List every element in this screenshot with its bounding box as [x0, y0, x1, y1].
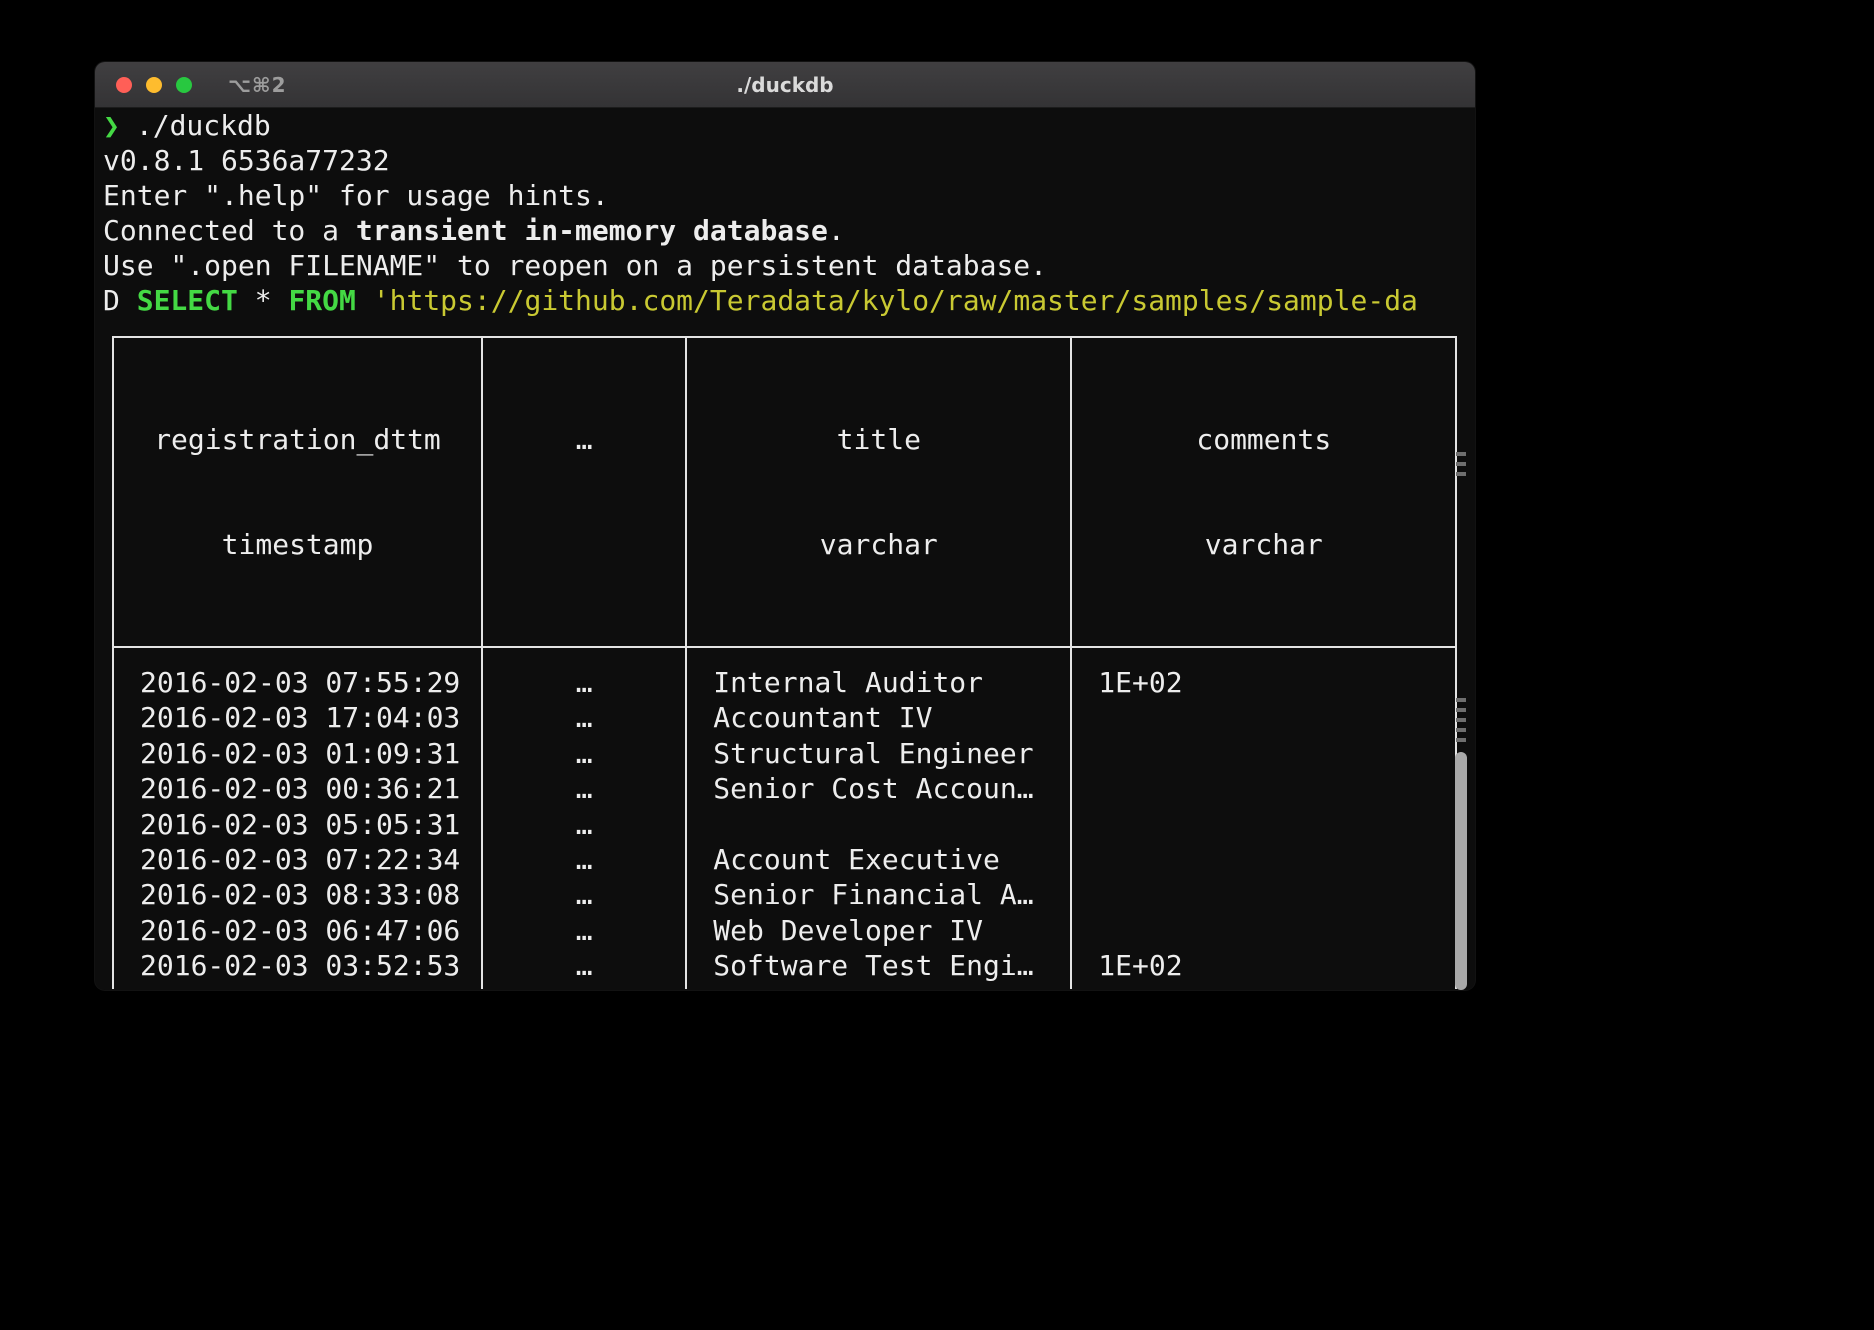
column-type: timestamp [114, 527, 481, 562]
minimize-button[interactable] [146, 77, 162, 93]
table-row: 2016-02-03 06:47:06…Web Developer IV [113, 913, 1456, 948]
table-cell: Structural Engineer [686, 736, 1071, 771]
star-segment: * [238, 284, 289, 317]
select-keyword: SELECT [137, 284, 238, 317]
table-cell [686, 807, 1071, 842]
query-string-literal: 'https://github.com/Teradata/kylo/raw/ma… [373, 284, 1418, 317]
table-cell: … [482, 877, 686, 912]
table-cell: … [482, 807, 686, 842]
table-header-row: registration_dttm timestamp … title varc… [113, 337, 1456, 647]
table-cell: … [482, 984, 686, 989]
table-row: 2016-02-03 08:33:08…Senior Financial A… [113, 877, 1456, 912]
tab-shortcut-label: ⌥⌘2 [228, 73, 287, 97]
table-cell: Health Coach IV [686, 984, 1071, 989]
column-type: varchar [1072, 527, 1455, 562]
table-cell: Internal Auditor [686, 647, 1071, 700]
table-cell: … [482, 700, 686, 735]
result-table-body: 2016-02-03 07:55:29…Internal Auditor1E+0… [113, 647, 1456, 989]
table-cell [1071, 771, 1456, 806]
table-cell: … [482, 913, 686, 948]
close-button[interactable] [116, 77, 132, 93]
terminal-window: ⌥⌘2 ./duckdb ❯ ./duckdb v0.8.1 6536a77232… [95, 62, 1475, 990]
column-header-title: title varchar [686, 337, 1071, 647]
table-cell: Web Developer IV [686, 913, 1071, 948]
traffic-lights [95, 77, 192, 93]
table-cell: Software Test Engi… [686, 948, 1071, 983]
table-cell: 2016-02-03 18:29:47 [113, 984, 482, 989]
table-cell: 1E+02 [1071, 948, 1456, 983]
terminal-screen[interactable]: ❯ ./duckdb v0.8.1 6536a77232 Enter ".help… [95, 108, 1475, 989]
column-header-ellipsis: … [482, 337, 686, 647]
column-type [483, 527, 685, 562]
column-header-comments: comments varchar [1071, 337, 1456, 647]
version-line: v0.8.1 6536a77232 [103, 143, 1475, 178]
table-row: 2016-02-03 00:36:21…Senior Cost Accoun… [113, 771, 1456, 806]
table-cell: 2016-02-03 07:22:34 [113, 842, 482, 877]
command-text: ./duckdb [136, 109, 271, 142]
table-cell: Senior Cost Accoun… [686, 771, 1071, 806]
table-row: 2016-02-03 07:22:34…Account Executive [113, 842, 1456, 877]
table-cell: 2016-02-03 05:05:31 [113, 807, 482, 842]
table-row: 2016-02-03 07:55:29…Internal Auditor1E+0… [113, 647, 1456, 700]
table-cell [1071, 877, 1456, 912]
table-cell [1071, 700, 1456, 735]
connected-suffix: . [828, 214, 845, 247]
table-cell: 2016-02-03 00:36:21 [113, 771, 482, 806]
table-row: 2016-02-03 17:04:03…Accountant IV [113, 700, 1456, 735]
table-cell: … [482, 771, 686, 806]
table-cell: 2016-02-03 17:04:03 [113, 700, 482, 735]
scrollbar-mark [1456, 698, 1466, 744]
table-cell [1071, 842, 1456, 877]
column-name: comments [1072, 422, 1455, 457]
column-name: … [483, 422, 685, 457]
table-cell: Accountant IV [686, 700, 1071, 735]
table-row: 2016-02-03 18:29:47…Health Coach IV [113, 984, 1456, 989]
zoom-button[interactable] [176, 77, 192, 93]
query-line: D SELECT * FROM 'https://github.com/Tera… [103, 283, 1475, 318]
table-cell: … [482, 948, 686, 983]
table-cell [1071, 736, 1456, 771]
table-cell: 1E+02 [1071, 647, 1456, 700]
table-row: 2016-02-03 03:52:53…Software Test Engi…1… [113, 948, 1456, 983]
connected-prefix: Connected to a [103, 214, 356, 247]
table-cell: … [482, 842, 686, 877]
column-type: varchar [687, 527, 1070, 562]
scrollbar-thumb[interactable] [1455, 752, 1467, 990]
prompt-chevron-icon: ❯ [103, 109, 120, 142]
table-cell: 2016-02-03 07:55:29 [113, 647, 482, 700]
duckdb-prompt: D [103, 284, 137, 317]
open-hint-line: Use ".open FILENAME" to reopen on a pers… [103, 248, 1475, 283]
table-cell: 2016-02-03 08:33:08 [113, 877, 482, 912]
table-cell: Senior Financial A… [686, 877, 1071, 912]
table-cell: 2016-02-03 01:09:31 [113, 736, 482, 771]
table-cell [1071, 807, 1456, 842]
keyword-separator [356, 284, 373, 317]
table-cell: 2016-02-03 06:47:06 [113, 913, 482, 948]
column-header-registration-dttm: registration_dttm timestamp [113, 337, 482, 647]
table-cell: Account Executive [686, 842, 1071, 877]
table-row: 2016-02-03 01:09:31…Structural Engineer [113, 736, 1456, 771]
connected-line: Connected to a transient in-memory datab… [103, 213, 1475, 248]
result-table: registration_dttm timestamp … title varc… [112, 336, 1457, 989]
shell-prompt-line: ❯ ./duckdb [103, 108, 1475, 143]
table-cell: … [482, 736, 686, 771]
column-name: title [687, 422, 1070, 457]
from-keyword: FROM [288, 284, 355, 317]
window-title: ./duckdb [95, 73, 1475, 97]
column-name: registration_dttm [114, 422, 481, 457]
table-cell [1071, 913, 1456, 948]
table-row: 2016-02-03 05:05:31… [113, 807, 1456, 842]
scrollbar-mark [1456, 452, 1466, 480]
help-line: Enter ".help" for usage hints. [103, 178, 1475, 213]
table-cell: 2016-02-03 03:52:53 [113, 948, 482, 983]
titlebar[interactable]: ⌥⌘2 ./duckdb [95, 62, 1475, 108]
table-cell: … [482, 647, 686, 700]
connected-emphasis: transient in-memory database [356, 214, 828, 247]
table-cell [1071, 984, 1456, 989]
